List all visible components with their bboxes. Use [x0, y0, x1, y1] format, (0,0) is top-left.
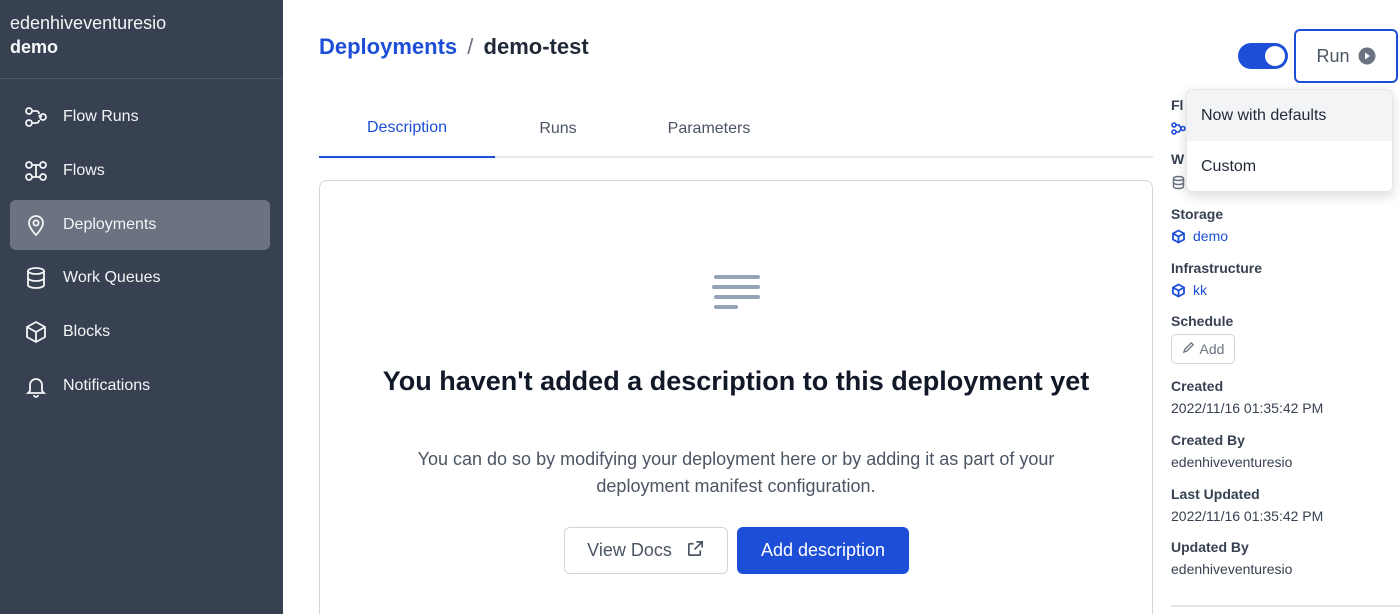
database-icon: [23, 265, 49, 291]
created-by-value: edenhiveventuresio: [1171, 454, 1293, 470]
flows-icon: [23, 158, 49, 184]
deployments-icon: [23, 212, 49, 238]
view-docs-label: View Docs: [587, 540, 672, 560]
sidebar-item-label: Flow Runs: [63, 108, 139, 125]
sidebar-item-label: Work Queues: [63, 269, 161, 287]
tab-parameters[interactable]: Parameters: [621, 100, 797, 158]
updated-by-value: edenhiveventuresio: [1171, 561, 1293, 577]
flow-icon: [1171, 121, 1186, 136]
view-docs-button[interactable]: View Docs: [564, 527, 728, 574]
flow-runs-icon: [23, 104, 49, 130]
breadcrumb-separator: /: [467, 34, 474, 59]
run-custom[interactable]: Custom: [1187, 141, 1392, 191]
sidebar-item-label: Notifications: [63, 376, 151, 394]
infrastructure-value: kk: [1193, 282, 1207, 298]
cube-icon: [1172, 282, 1185, 298]
sidebar-item-flow-runs[interactable]: Flow Runs: [10, 92, 270, 142]
tab-runs[interactable]: Runs: [495, 100, 621, 158]
add-description-button[interactable]: Add description: [737, 527, 909, 574]
external-link-icon: [686, 539, 705, 563]
tab-description[interactable]: Description: [319, 100, 495, 158]
description-card: You haven't added a description to this …: [319, 180, 1153, 614]
empty-state-title: You haven't added a description to this …: [382, 366, 1090, 396]
schedule-label: Schedule: [1171, 313, 1234, 329]
created-by-label: Created By: [1171, 432, 1245, 448]
database-icon: [1171, 175, 1186, 190]
empty-state-text: You can do so by modifying your deployme…: [417, 449, 1055, 496]
sidebar-item-deployments[interactable]: Deployments: [10, 199, 270, 250]
cube-icon: [1172, 228, 1185, 244]
pencil-icon: [1182, 341, 1195, 357]
breadcrumb: Deployments / demo-test: [319, 34, 589, 60]
cube-icon: [23, 319, 49, 345]
sidebar-item-label: Deployments: [63, 215, 157, 233]
sidebar-item-work-queues[interactable]: Work Queues: [10, 253, 270, 303]
details-divider: [1171, 605, 1400, 607]
workspace-switcher[interactable]: edenhiveventuresio demo: [0, 0, 283, 79]
description-lines-icon: [712, 273, 762, 313]
infrastructure-label: Infrastructure: [1171, 260, 1263, 276]
sidebar-item-notifications[interactable]: Notifications: [10, 361, 270, 411]
add-schedule-label: Add: [1199, 341, 1225, 357]
sidebar-nav: Flow Runs Flows Deployments Work Queues: [0, 79, 283, 411]
flow-label: Fl: [1171, 97, 1184, 113]
sidebar-item-label: Flows: [63, 161, 105, 179]
created-label: Created: [1171, 378, 1224, 394]
last-updated-value: 2022/11/16 01:35:42 PM: [1171, 508, 1324, 524]
add-schedule-button[interactable]: Add: [1171, 334, 1235, 364]
storage-link[interactable]: demo: [1171, 228, 1228, 244]
run-menu: Now with defaults Custom: [1186, 89, 1393, 192]
sidebar-item-flows[interactable]: Flows: [10, 146, 270, 196]
storage-value: demo: [1193, 228, 1229, 244]
app-root: edenhiveventuresio demo Flow Runs Flows: [0, 0, 1400, 614]
workspace-name: demo: [10, 37, 59, 57]
run-now-with-defaults[interactable]: Now with defaults: [1187, 90, 1392, 141]
created-value: 2022/11/16 01:35:42 PM: [1171, 400, 1324, 416]
breadcrumb-deployments-link[interactable]: Deployments: [319, 34, 457, 59]
updated-by-label: Updated By: [1171, 539, 1249, 555]
work-queue-label: W: [1171, 151, 1185, 167]
storage-label: Storage: [1171, 206, 1224, 222]
sidebar-item-blocks[interactable]: Blocks: [10, 307, 270, 357]
bell-icon: [23, 373, 49, 399]
page-title: demo-test: [483, 34, 589, 59]
sidebar: edenhiveventuresio demo Flow Runs Flows: [0, 0, 283, 614]
tab-bar: Description Runs Parameters: [319, 100, 1153, 158]
account-name: edenhiveventuresio: [10, 13, 167, 33]
infrastructure-link[interactable]: kk: [1171, 282, 1207, 298]
last-updated-label: Last Updated: [1171, 486, 1260, 502]
sidebar-item-label: Blocks: [63, 323, 111, 341]
